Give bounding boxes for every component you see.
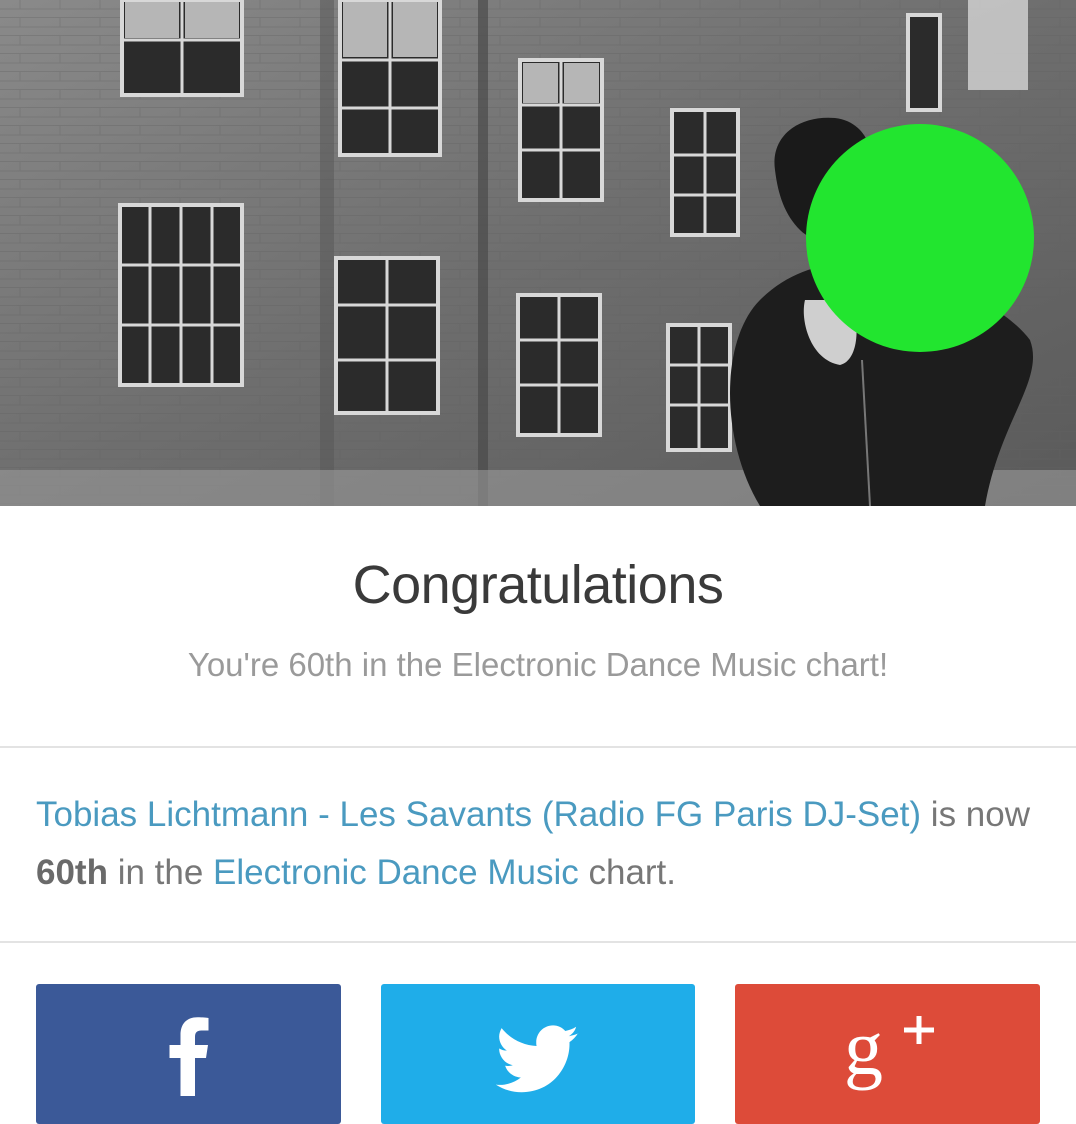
divider: [0, 746, 1076, 748]
congratulations-section: Congratulations You're 60th in the Elect…: [0, 506, 1076, 746]
rank-value: 60th: [36, 853, 108, 892]
message-text-in-the: in the: [107, 853, 214, 892]
hero-image: [0, 0, 1076, 506]
message-text-is-now: is now: [921, 795, 1031, 834]
share-googleplus-button[interactable]: g: [735, 984, 1040, 1124]
message-text-chart: chart.: [578, 853, 677, 892]
twitter-icon: [496, 1025, 579, 1093]
page-title: Congratulations: [352, 555, 724, 615]
track-link[interactable]: Tobias Lichtmann - Les Savants (Radio FG…: [36, 795, 921, 834]
rank-message: Tobias Lichtmann - Les Savants (Radio FG…: [36, 786, 1046, 902]
rank-subtitle: You're 60th in the Electronic Dance Musi…: [187, 646, 889, 683]
divider: [0, 941, 1076, 943]
chart-link[interactable]: Electronic Dance Music: [213, 853, 579, 892]
share-twitter-button[interactable]: [381, 984, 695, 1124]
hero-photo: [0, 0, 1076, 506]
share-facebook-button[interactable]: [36, 984, 341, 1124]
facebook-icon: [169, 1017, 208, 1096]
svg-text:g: g: [844, 1012, 883, 1091]
google-plus-icon: g: [844, 1012, 934, 1091]
face-overlay-circle: [806, 124, 1034, 352]
